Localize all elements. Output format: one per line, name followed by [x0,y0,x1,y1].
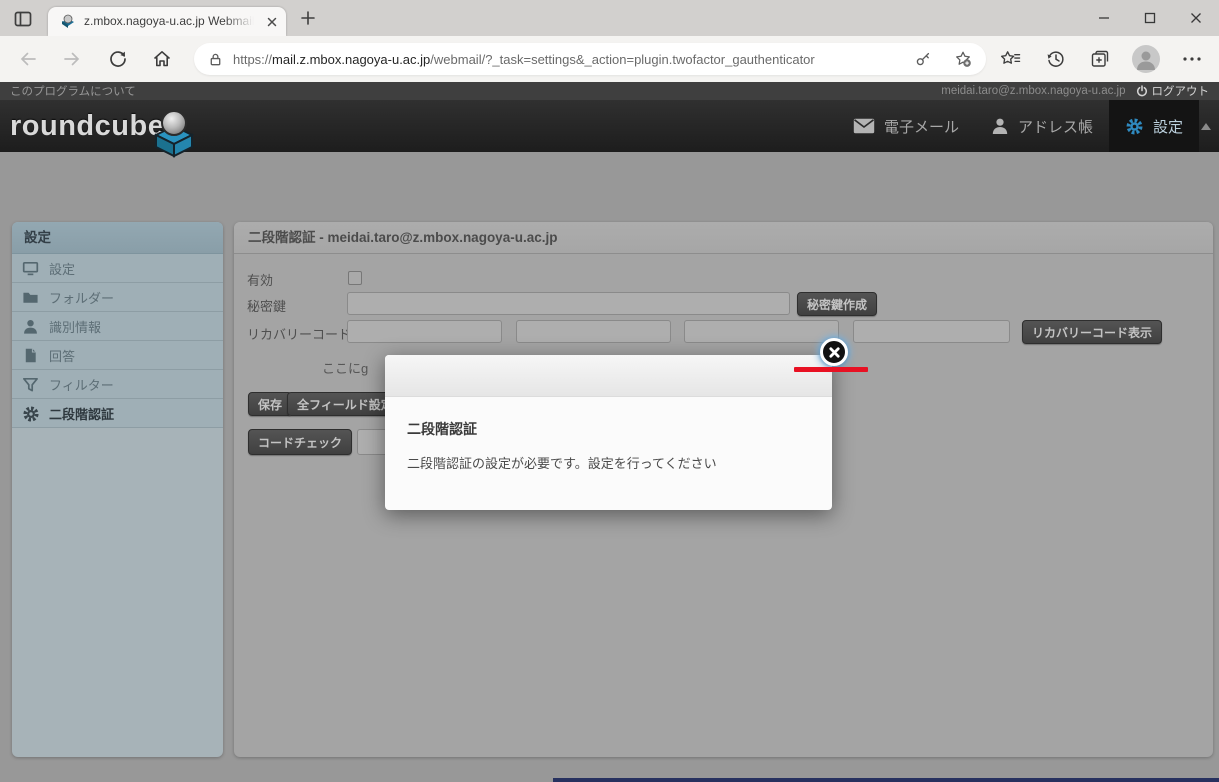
window-maximize-button[interactable] [1127,0,1173,36]
account-email: meidai.taro@z.mbox.nagoya-u.ac.jp [941,85,1125,97]
sidebar-item-identities[interactable]: 識別情報 [12,312,223,341]
home-icon[interactable] [152,49,172,69]
nav-settings[interactable]: 設定 [1109,100,1199,152]
filter-icon [22,376,39,393]
recovery-label: リカバリーコード [247,324,351,343]
create-secret-button[interactable]: 秘密鍵作成 [797,292,877,316]
rc-nav: 電子メール アドレス帳 設定 [837,100,1219,152]
sidebar-item-twofactor[interactable]: 二段階認証 [12,399,223,428]
secret-label: 秘密鍵 [247,296,286,315]
check-code-button[interactable]: コードチェック [248,429,352,455]
enabled-label: 有効 [247,270,273,289]
logout-label: ログアウト [1152,83,1210,99]
power-icon [1136,85,1148,97]
dialog-close-icon[interactable] [820,338,848,366]
settings-sidebar: 設定 設定 フォルダー 識別情報 回答 フィルター 二段階認証 [12,222,223,757]
url-host: mail.z.mbox.nagoya-u.ac.jp [272,52,430,67]
refresh-icon[interactable] [108,49,128,69]
hint-text: ここにg [322,358,368,377]
folder-icon [22,289,39,306]
url-text: https://mail.z.mbox.nagoya-u.ac.jp/webma… [233,52,815,67]
identity-icon [22,318,39,335]
nav-mail[interactable]: 電子メール [837,100,975,152]
password-key-icon[interactable] [914,50,932,68]
rc-topbar: このプログラムについて meidai.taro@z.mbox.nagoya-u.… [0,82,1219,100]
panel-title: 二段階認証 - meidai.taro@z.mbox.nagoya-u.ac.j… [234,222,1213,254]
sidebar-item-preferences[interactable]: 設定 [12,254,223,283]
roundcube-cube-icon [148,102,200,158]
about-link[interactable]: このプログラムについて [10,83,136,99]
recovery-code-input-2[interactable] [516,320,671,343]
add-favorite-icon[interactable] [954,50,972,68]
collections-icon[interactable] [1090,49,1110,69]
collapse-header-arrow[interactable] [1201,123,1211,130]
browser-titlebar: z.mbox.nagoya-u.ac.jp Webmail : [0,0,1219,36]
rc-header: roundcube 電子メール アドレス帳 設定 [0,100,1219,152]
sidebar-title: 設定 [12,222,223,254]
window-minimize-button[interactable] [1081,0,1127,36]
forward-icon[interactable] [62,49,82,69]
tab-actions-icon[interactable] [13,9,33,29]
new-tab-button[interactable] [300,10,316,26]
nav-addressbook[interactable]: アドレス帳 [975,100,1109,152]
taskbar-edge [553,778,1219,782]
recovery-code-input-3[interactable] [684,320,839,343]
window-close-button[interactable] [1173,0,1219,36]
show-recovery-button[interactable]: リカバリーコード表示 [1022,320,1162,344]
mail-icon [853,118,875,134]
annotation-underline [794,367,868,372]
sidebar-item-responses[interactable]: 回答 [12,341,223,370]
favorites-bar-icon[interactable] [1000,49,1020,69]
tab-title-fade [224,8,254,35]
recovery-code-input-1[interactable] [347,320,502,343]
dialog-title: 二段階認証 [407,419,810,439]
address-bar[interactable]: https://mail.z.mbox.nagoya-u.ac.jp/webma… [194,43,986,75]
settings-gear-icon [1125,117,1144,136]
site-favicon [60,13,76,29]
history-icon[interactable] [1046,49,1066,69]
sidebar-item-folders[interactable]: フォルダー [12,283,223,312]
save-button[interactable]: 保存 [248,392,292,416]
tab-close-icon[interactable] [265,15,279,29]
back-icon[interactable] [18,49,38,69]
dialog-titlebar [385,355,832,397]
window-controls [1081,0,1219,36]
browser-tab[interactable]: z.mbox.nagoya-u.ac.jp Webmail : [48,7,286,36]
logout-link[interactable]: ログアウト [1136,83,1210,99]
recovery-code-input-4[interactable] [853,320,1010,343]
twofactor-dialog: 二段階認証 二段階認証の設定が必要です。設定を行ってください [385,355,832,510]
browser-menu-icon[interactable] [1182,55,1202,75]
browser-toolbar: https://mail.z.mbox.nagoya-u.ac.jp/webma… [0,36,1219,82]
enabled-checkbox[interactable] [348,271,362,285]
display-icon [22,260,39,277]
dialog-message: 二段階認証の設定が必要です。設定を行ってください [407,453,810,472]
profile-avatar[interactable] [1132,45,1160,73]
secret-input[interactable] [347,292,790,315]
document-icon [22,347,39,364]
addressbook-person-icon [991,117,1009,135]
gear-icon [22,405,39,422]
roundcube-logo: roundcube [10,110,164,143]
lock-icon [208,52,223,67]
sidebar-item-filters[interactable]: フィルター [12,370,223,399]
